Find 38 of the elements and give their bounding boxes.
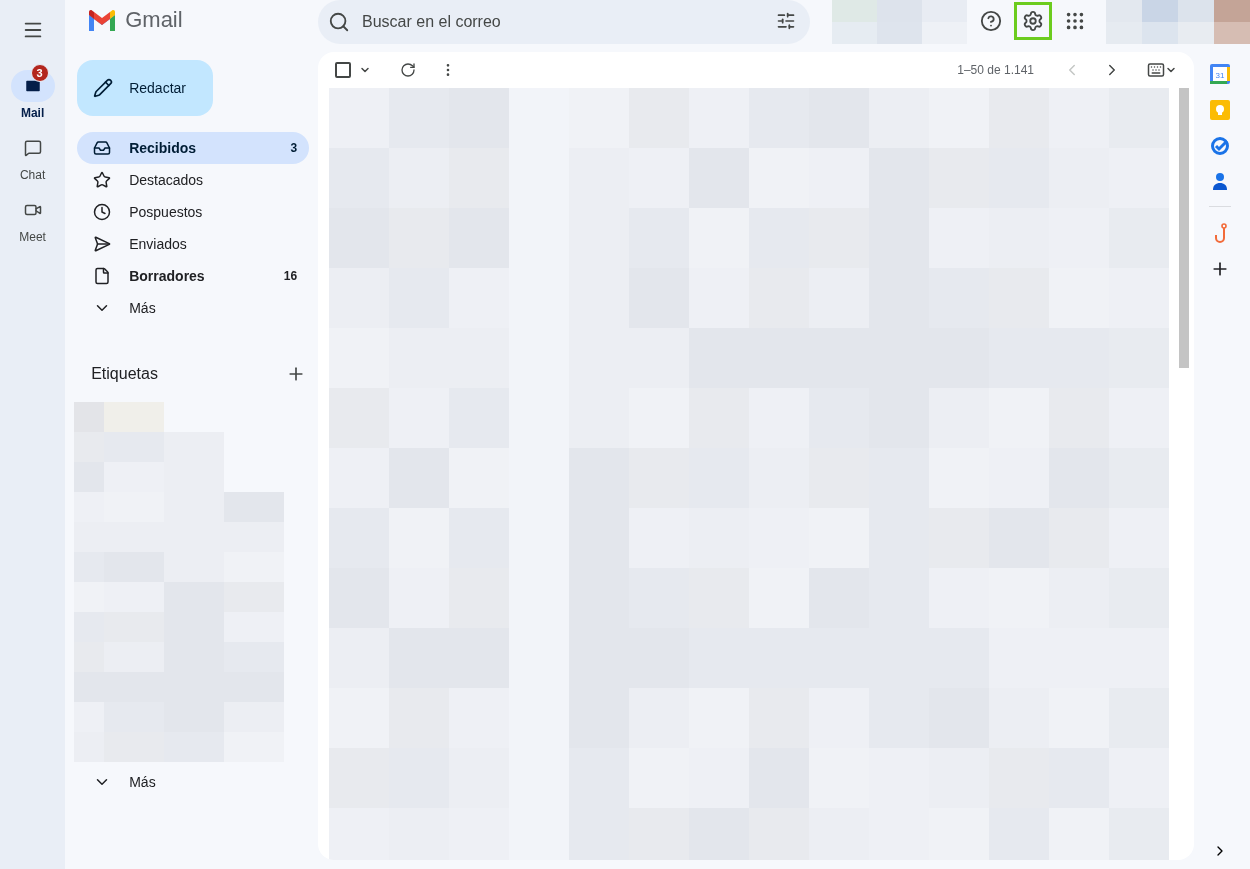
app-name: Gmail (125, 7, 183, 33)
star-icon (93, 171, 112, 189)
gmail-logo-icon (87, 9, 118, 31)
folder-item[interactable]: Más (77, 292, 310, 324)
folder-item[interactable]: Pospuestos (77, 196, 310, 228)
clock-icon (93, 203, 112, 221)
send-icon (93, 235, 112, 253)
folder-item[interactable]: Borradores 16 (77, 260, 310, 292)
folder-item[interactable]: Enviados (77, 228, 310, 260)
labels-heading: Etiquetas (91, 365, 158, 383)
refresh-icon (400, 62, 416, 78)
keyboard-icon (1147, 61, 1165, 79)
inbox-icon (93, 139, 112, 157)
person-app-icon[interactable] (1212, 172, 1228, 190)
calendar-app-icon[interactable]: 31 (1210, 64, 1230, 84)
file-icon (93, 267, 112, 285)
search-field[interactable]: Buscar en el correo (318, 0, 810, 44)
settings-button[interactable] (1014, 2, 1052, 40)
folder-item[interactable]: Destacados (77, 164, 310, 196)
chat-bubble-icon (23, 139, 42, 157)
unread-badge: 3 (30, 64, 49, 82)
search-icon[interactable] (328, 11, 350, 33)
rail-nav-item[interactable]: Chat (10, 124, 55, 182)
hook-app-icon[interactable] (1213, 223, 1227, 243)
compose-button[interactable]: Redactar (77, 60, 214, 116)
apps-grid-icon (1064, 10, 1086, 32)
folder-item[interactable]: Recibidos 3 (77, 132, 310, 164)
folder-item[interactable]: Más (77, 766, 310, 798)
pagination-range: 1–50 de 1.141 (957, 63, 1034, 77)
tasks-check-icon[interactable] (1210, 136, 1230, 156)
envelope-icon (23, 77, 42, 95)
pencil-icon (93, 78, 114, 98)
settings-icon (1022, 10, 1044, 32)
select-checkbox[interactable] (335, 62, 351, 78)
rail-nav-item[interactable]: Meet (10, 186, 55, 244)
help-icon (980, 10, 1002, 32)
scrollbar-thumb[interactable] (1179, 88, 1189, 368)
filter-sliders-icon[interactable] (776, 11, 796, 31)
